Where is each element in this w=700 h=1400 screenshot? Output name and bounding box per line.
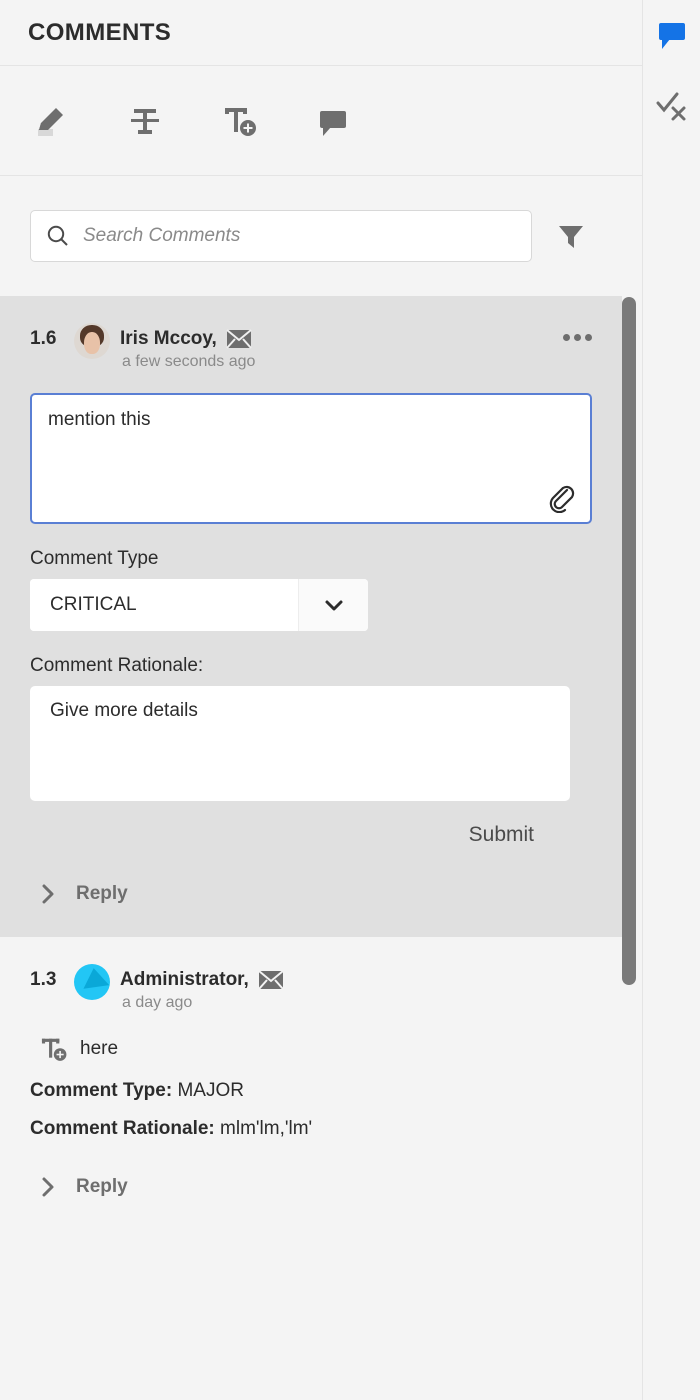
comment-rationale-row: Comment Rationale: mlm'lm,'lm' xyxy=(30,1118,612,1140)
add-text-icon xyxy=(225,108,256,136)
filter-button[interactable] xyxy=(554,219,588,253)
panel-header: COMMENTS xyxy=(0,0,642,66)
more-options-icon xyxy=(563,334,570,341)
chevron-right-icon xyxy=(38,881,60,907)
comment-author-name: Administrator, xyxy=(120,969,249,991)
comment-type-value: CRITICAL xyxy=(30,579,298,631)
reply-button[interactable]: Reply xyxy=(30,881,592,907)
comment-type-label: Comment Type xyxy=(30,548,592,570)
comment-note-text: here xyxy=(80,1038,118,1060)
comment-author-block: Iris Mccoy, a few seconds ago xyxy=(120,322,255,371)
comment-rationale-key: Comment Rationale: xyxy=(30,1118,215,1139)
envelope-icon[interactable] xyxy=(226,329,252,349)
comment-editor[interactable]: mention this xyxy=(30,393,592,524)
submit-row: Submit xyxy=(30,823,592,847)
comment-header: 1.6 Iris Mccoy, a few seconds ago xyxy=(30,322,592,371)
paperclip-icon xyxy=(545,481,577,513)
comment-index: 1.6 xyxy=(30,322,64,356)
more-options-icon xyxy=(585,334,592,341)
comment-bubble-icon xyxy=(320,111,346,136)
highlight-text-tool[interactable] xyxy=(30,100,72,142)
search-box[interactable] xyxy=(30,210,532,262)
add-text-icon xyxy=(38,1034,68,1064)
envelope-icon[interactable] xyxy=(258,970,284,990)
comment-rationale-label: Comment Rationale: xyxy=(30,655,592,677)
comment-editor-text: mention this xyxy=(48,409,574,431)
search-input[interactable] xyxy=(83,225,517,247)
comments-rail-button[interactable] xyxy=(650,14,694,58)
comment-rationale-input[interactable]: Give more details xyxy=(30,686,570,801)
comment-author-line: Iris Mccoy, xyxy=(120,322,255,356)
comment-timestamp: a day ago xyxy=(122,994,284,1012)
scrollbar[interactable] xyxy=(622,297,636,1047)
scrollbar-thumb[interactable] xyxy=(622,297,636,985)
highlighter-icon xyxy=(38,108,63,136)
reply-label: Reply xyxy=(76,883,128,905)
comment-type-dropdown-button[interactable] xyxy=(298,579,368,631)
comment-rationale-value: Give more details xyxy=(50,700,198,721)
more-options-icon xyxy=(574,334,581,341)
comment-author-name: Iris Mccoy, xyxy=(120,328,217,350)
comment-timestamp: a few seconds ago xyxy=(122,353,255,371)
reply-label: Reply xyxy=(76,1176,128,1198)
add-note-tool[interactable] xyxy=(312,100,354,142)
right-rail xyxy=(642,0,700,1400)
comment-note-line: here xyxy=(30,1034,612,1064)
more-options-button[interactable] xyxy=(563,322,592,341)
comment-header: 1.3 Administrator, a day ago xyxy=(30,963,612,1012)
comment-bubble-icon xyxy=(659,23,685,49)
comment-item[interactable]: 1.3 Administrator, a day ago xyxy=(0,937,642,1230)
chevron-right-icon xyxy=(38,1174,60,1200)
comment-author-line: Administrator, xyxy=(120,963,284,997)
avatar xyxy=(74,964,110,1000)
reply-button[interactable]: Reply xyxy=(30,1174,612,1200)
comment-item-selected[interactable]: 1.6 Iris Mccoy, a few seconds ago xyxy=(0,296,622,937)
add-text-tool[interactable] xyxy=(218,100,260,142)
comment-author-block: Administrator, a day ago xyxy=(120,963,284,1012)
filter-funnel-icon xyxy=(555,220,587,252)
comment-rationale-value: mlm'lm,'lm' xyxy=(220,1118,312,1139)
comments-panel: COMMENTS xyxy=(0,0,642,1400)
submit-button[interactable]: Submit xyxy=(469,823,534,847)
comment-type-row: Comment Type: MAJOR xyxy=(30,1080,612,1102)
attach-file-button[interactable] xyxy=(544,480,578,514)
page-title: COMMENTS xyxy=(28,19,171,47)
review-status-rail-button[interactable] xyxy=(650,84,694,128)
comment-type-select[interactable]: CRITICAL xyxy=(30,579,368,631)
chevron-down-icon xyxy=(321,592,347,618)
avatar xyxy=(74,323,110,359)
comment-list: 1.6 Iris Mccoy, a few seconds ago xyxy=(0,296,642,1230)
strikethrough-text-tool[interactable] xyxy=(124,100,166,142)
check-x-icon xyxy=(658,94,684,119)
comment-type-key: Comment Type: xyxy=(30,1080,172,1101)
comment-type-value: MAJOR xyxy=(177,1080,244,1101)
strikethrough-text-icon xyxy=(131,109,159,134)
annotation-toolbar xyxy=(0,66,642,176)
search-icon xyxy=(45,223,71,249)
comments-panel-app: COMMENTS xyxy=(0,0,700,1400)
comment-index: 1.3 xyxy=(30,963,64,997)
search-row xyxy=(0,176,642,296)
